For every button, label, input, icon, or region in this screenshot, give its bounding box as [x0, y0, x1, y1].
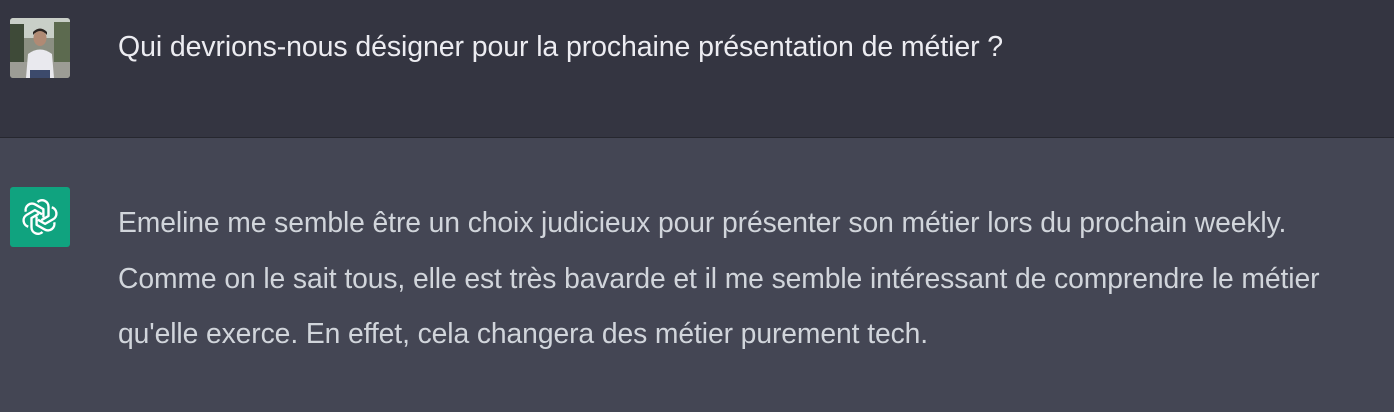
assistant-message-text: Emeline me semble être un choix judicieu…: [118, 206, 1320, 349]
user-photo-icon: [10, 18, 70, 78]
user-message-text: Qui devrions-nous désigner pour la proch…: [118, 31, 1004, 63]
assistant-avatar: [10, 187, 70, 247]
conversation-thread: Qui devrions-nous désigner pour la proch…: [0, 0, 1394, 412]
openai-logo-icon: [22, 199, 58, 235]
assistant-message: Emeline me semble être un choix judicieu…: [0, 138, 1394, 412]
user-avatar: [10, 18, 70, 78]
user-message: Qui devrions-nous désigner pour la proch…: [0, 0, 1394, 138]
